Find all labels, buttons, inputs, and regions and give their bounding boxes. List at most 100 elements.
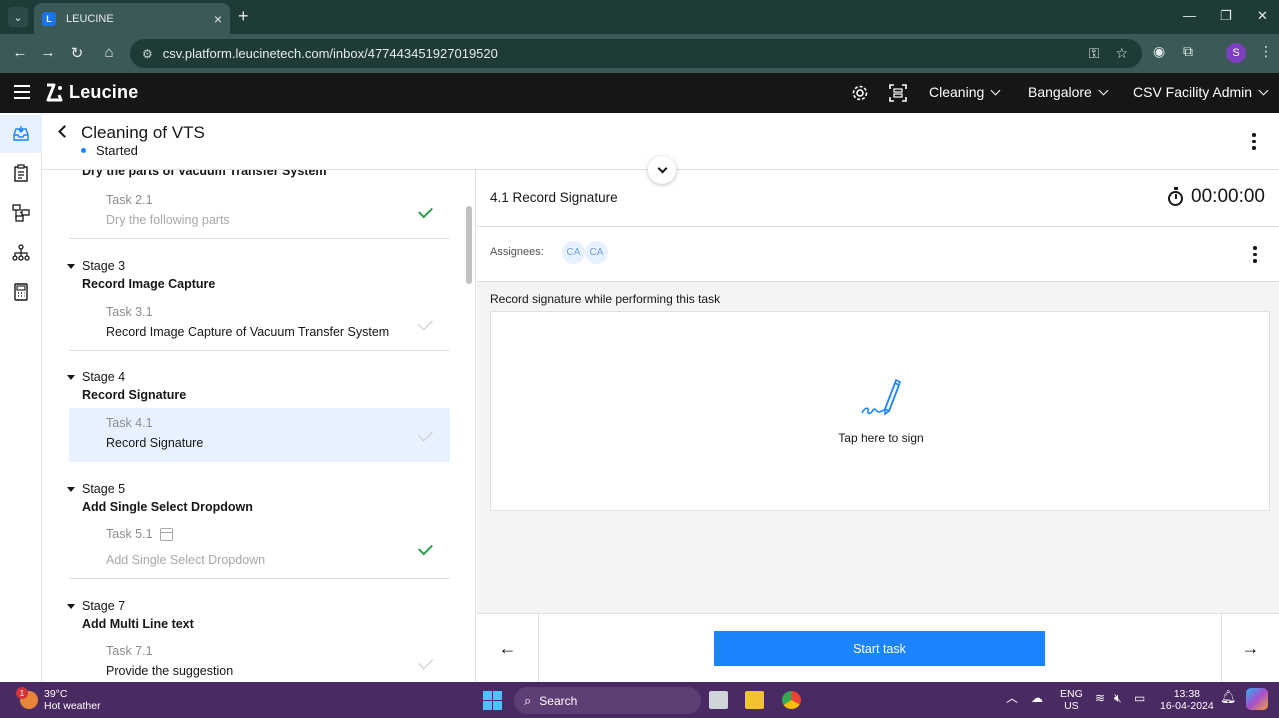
tab-search-chevron-icon[interactable]: ⌄ <box>8 7 28 27</box>
bookmark-star-icon[interactable]: ☆ <box>1115 45 1128 62</box>
stage-5-header[interactable]: Stage 5 Add Single Select Dropdown <box>67 482 253 514</box>
wifi-icon[interactable]: ≋ <box>1095 692 1105 704</box>
task-detail-panel: 4.1 Record Signature 00:00:00 Assignees:… <box>477 170 1279 683</box>
stage-3-header[interactable]: Stage 3 Record Image Capture <box>67 259 215 291</box>
app-header: Leucine Cleaning Bangalore CSV Facility … <box>0 73 1279 113</box>
tab-close-icon[interactable]: × <box>214 11 222 27</box>
status-dot <box>81 148 86 153</box>
caret-down-icon <box>67 486 75 492</box>
password-key-icon[interactable]: ⚿ <box>1089 45 1100 62</box>
onedrive-cloud-icon[interactable]: ☁ <box>1031 692 1043 704</box>
notification-badge: 1 <box>16 687 28 699</box>
nav-reports[interactable] <box>0 273 42 311</box>
stage-name: Record Image Capture <box>82 277 216 291</box>
partial-stage-name: Dry the parts of Vacuum Transfer System <box>82 170 327 178</box>
hierarchy-blocks-icon <box>12 204 30 222</box>
weather-temperature: 39°C <box>44 688 68 700</box>
timer-value: 00:00:00 <box>1191 186 1265 207</box>
copilot-icon[interactable] <box>1246 688 1268 710</box>
task-list-scrollbar[interactable] <box>462 170 476 682</box>
file-explorer-icon[interactable] <box>745 691 764 709</box>
task-label: Task 4.1 <box>106 416 153 430</box>
address-bar[interactable]: ⚙ csv.platform.leucinetech.com/inbox/477… <box>130 39 1142 68</box>
signature-instruction: Record signature while performing this t… <box>490 292 721 306</box>
windows-taskbar: 1 39°C Hot weather ⌕ Search ︿ ☁ ENG US ≋… <box>0 682 1279 718</box>
task-3-1-item[interactable]: Task 3.1 Record Image Capture of Vacuum … <box>69 295 450 351</box>
task-title: 4.1 Record Signature <box>490 190 618 205</box>
start-task-button[interactable]: Start task <box>714 631 1045 666</box>
leucine-favicon-icon: L <box>42 11 56 26</box>
battery-icon[interactable]: ▭ <box>1134 692 1145 704</box>
status-indicator: Started <box>81 143 138 158</box>
browser-menu-icon[interactable]: ⋮ <box>1259 43 1273 60</box>
home-icon[interactable]: ⌂ <box>99 44 119 61</box>
stage-4-header[interactable]: Stage 4 Record Signature <box>67 370 186 402</box>
hamburger-menu-icon[interactable] <box>14 85 30 99</box>
nav-inbox[interactable] <box>0 115 42 153</box>
assignee-avatar[interactable]: CA <box>585 241 608 264</box>
facility-value: Bangalore <box>1028 84 1092 100</box>
collapse-header-button[interactable] <box>648 156 676 184</box>
page-more-options-icon[interactable] <box>1252 133 1256 153</box>
windows-start-icon[interactable] <box>483 691 502 710</box>
task-2-1-item[interactable]: Task 2.1 Dry the following parts <box>69 183 450 239</box>
stage-name: Record Signature <box>82 388 187 402</box>
assignee-row: Assignees: CA CA <box>477 227 1279 282</box>
task-view-icon[interactable] <box>709 691 728 709</box>
task-name: Provide the suggestion <box>106 664 234 678</box>
minimize-icon[interactable]: — <box>1183 8 1196 23</box>
pending-check-icon <box>418 315 433 331</box>
site-info-icon[interactable]: ⚙ <box>142 47 153 61</box>
browser-tab[interactable]: L LEUCINE × <box>34 3 230 34</box>
task-name: Record Image Capture of Vacuum Transfer … <box>106 325 390 339</box>
stage-7-header[interactable]: Stage 7 Add Multi Line text <box>67 599 194 631</box>
scan-qr-icon[interactable] <box>889 84 907 102</box>
clock-date: 16-04-2024 <box>1160 700 1214 712</box>
camera-extension-icon[interactable]: ◉ <box>1153 43 1165 60</box>
new-tab-icon[interactable]: + <box>238 6 249 27</box>
caret-down-icon <box>67 603 75 609</box>
system-clock[interactable]: 13:38 16-04-2024 <box>1160 688 1214 712</box>
notification-bell-icon[interactable]: 🔔︎ <box>1220 690 1237 703</box>
weather-widget[interactable]: 1 39°C Hot weather <box>16 687 101 712</box>
profile-avatar[interactable]: S <box>1226 43 1246 63</box>
chrome-icon[interactable] <box>782 691 801 709</box>
task-more-options-icon[interactable] <box>1253 246 1257 266</box>
chevron-down-icon <box>1098 85 1109 95</box>
window-close-icon[interactable]: ✕ <box>1257 8 1268 24</box>
task-7-1-item[interactable]: Task 7.1 Provide the suggestion <box>69 636 450 682</box>
settings-gear-icon[interactable] <box>851 84 869 102</box>
scrollbar-thumb[interactable] <box>466 206 472 284</box>
previous-task-arrow-icon[interactable]: ← <box>477 614 539 683</box>
taskbar-search[interactable]: ⌕ Search <box>514 687 701 714</box>
task-list-panel: Dry the parts of Vacuum Transfer System … <box>42 170 462 682</box>
tray-chevron-up-icon[interactable]: ︿ <box>1006 692 1018 704</box>
leucine-logo[interactable]: Leucine <box>44 82 138 103</box>
nav-organization[interactable] <box>0 234 42 272</box>
restore-icon[interactable]: ❐ <box>1220 8 1232 24</box>
completed-check-icon <box>418 203 433 219</box>
nav-ontology[interactable] <box>0 194 42 232</box>
assignee-avatar[interactable]: CA <box>562 241 585 264</box>
task-4-1-item[interactable]: Task 4.1 Record Signature <box>69 408 450 462</box>
use-case-dropdown[interactable]: Cleaning <box>929 84 1001 100</box>
task-label: Task 7.1 <box>106 644 153 658</box>
side-nav-rail <box>0 113 42 682</box>
extensions-puzzle-icon[interactable]: ⧉ <box>1183 43 1193 60</box>
signature-pad[interactable]: Tap here to sign <box>490 311 1270 511</box>
status-text: Started <box>96 143 138 158</box>
back-arrow-icon[interactable] <box>58 125 71 138</box>
address-url: csv.platform.leucinetech.com/inbox/47744… <box>162 46 498 61</box>
reload-icon[interactable]: ↻ <box>67 44 87 62</box>
task-5-1-item[interactable]: Task 5.1 Add Single Select Dropdown <box>69 520 450 579</box>
facility-dropdown[interactable]: Bangalore <box>1028 84 1109 100</box>
nav-checklists[interactable] <box>0 154 42 192</box>
browser-back-icon[interactable]: ← <box>10 44 30 61</box>
browser-forward-icon[interactable]: → <box>38 44 58 61</box>
user-dropdown[interactable]: CSV Facility Admin <box>1133 84 1269 100</box>
speaker-muted-icon[interactable]: 🔇︎ <box>1114 692 1122 704</box>
next-task-arrow-icon[interactable]: → <box>1221 614 1279 683</box>
browser-tab-bar: ⌄ L LEUCINE × + — ❐ ✕ <box>0 0 1279 34</box>
language-indicator[interactable]: ENG US <box>1060 688 1083 712</box>
calendar-icon <box>160 528 173 541</box>
